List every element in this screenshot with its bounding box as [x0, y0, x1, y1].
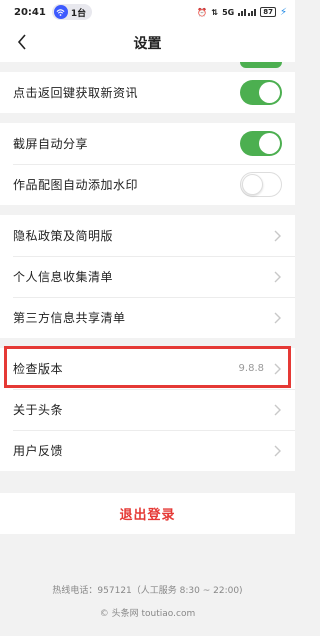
setting-label: 用户反馈	[13, 444, 64, 458]
hotspot-count: 1台	[70, 8, 87, 19]
setting-feedback[interactable]: 用户反馈	[0, 430, 295, 471]
footer: 热线电话：957121（人工服务 8:30 ~ 22:00) © 头条网 tou…	[0, 583, 295, 619]
logout-label: 退出登录	[119, 508, 176, 523]
settings-group-feed: 点击返回键获取新资讯	[0, 72, 295, 113]
setting-label: 点击返回键获取新资讯	[13, 86, 139, 100]
charging-icon: ⚡	[279, 6, 287, 18]
toggle-knob	[242, 174, 263, 195]
chevron-left-icon[interactable]	[10, 30, 34, 54]
alarm-icon: ⏰	[197, 7, 208, 17]
signal-icon	[238, 7, 257, 18]
settings-group-about: 检查版本 9.8.8 关于头条 用户反馈	[0, 348, 295, 471]
setting-label: 隐私政策及简明版	[13, 229, 114, 243]
chevron-right-icon	[274, 445, 281, 456]
settings-group-privacy: 隐私政策及简明版 个人信息收集清单 第三方信息共享清单	[0, 215, 295, 338]
divider	[0, 338, 295, 348]
setting-screenshot-share[interactable]: 截屏自动分享	[0, 123, 295, 164]
battery-icon: 87	[260, 7, 276, 17]
setting-label: 个人信息收集清单	[13, 270, 114, 284]
toggle-switch[interactable]	[240, 131, 282, 156]
wifi-hotspot-icon	[53, 5, 68, 19]
status-icons: ⏰ ⇅ 5G 87 ⚡	[197, 7, 287, 18]
setting-label: 关于头条	[13, 403, 64, 417]
toggle-knob	[259, 82, 280, 103]
toggle-switch[interactable]	[240, 80, 282, 105]
nav-bar: 设置	[0, 24, 295, 62]
setting-label: 第三方信息共享清单	[13, 311, 126, 325]
setting-label: 作品配图自动添加水印	[13, 178, 139, 192]
divider	[0, 471, 295, 493]
setting-back-refresh[interactable]: 点击返回键获取新资讯	[0, 72, 295, 113]
chevron-right-icon	[274, 230, 281, 241]
setting-check-version[interactable]: 检查版本 9.8.8	[0, 348, 295, 389]
setting-watermark[interactable]: 作品配图自动添加水印	[0, 164, 295, 205]
setting-label: 检查版本	[13, 362, 64, 376]
toggle-switch[interactable]	[240, 172, 282, 197]
setting-label: 截屏自动分享	[13, 137, 89, 151]
copyright-text: © 头条网 toutiao.com	[99, 609, 196, 619]
status-time: 20:41	[14, 6, 46, 18]
page-title: 设置	[133, 36, 162, 52]
battery-level: 87	[263, 8, 273, 16]
version-value: 9.8.8	[238, 363, 264, 374]
hotline-text: 热线电话：957121（人工服务 8:30 ~ 22:00)	[52, 586, 243, 596]
toggle-knob	[259, 133, 280, 154]
logout-button[interactable]: 退出登录	[0, 493, 295, 534]
chevron-right-icon	[274, 404, 281, 415]
settings-group-share: 截屏自动分享 作品配图自动添加水印	[0, 123, 295, 205]
chevron-right-icon	[274, 271, 281, 282]
divider	[0, 113, 295, 123]
setting-personal-info-list[interactable]: 个人信息收集清单	[0, 256, 295, 297]
setting-third-party-list[interactable]: 第三方信息共享清单	[0, 297, 295, 338]
setting-privacy-policy[interactable]: 隐私政策及简明版	[0, 215, 295, 256]
network-speed-icon: ⇅	[211, 7, 219, 17]
chevron-right-icon	[274, 312, 281, 323]
signal-label: 5G	[222, 7, 235, 17]
status-bar: 20:41 1台 ⏰ ⇅ 5G 87 ⚡	[0, 0, 295, 24]
setting-about[interactable]: 关于头条	[0, 389, 295, 430]
chevron-right-icon	[274, 363, 281, 374]
partial-toggle-on[interactable]	[240, 62, 282, 68]
divider	[0, 205, 295, 215]
hotspot-chip: 1台	[51, 4, 93, 20]
